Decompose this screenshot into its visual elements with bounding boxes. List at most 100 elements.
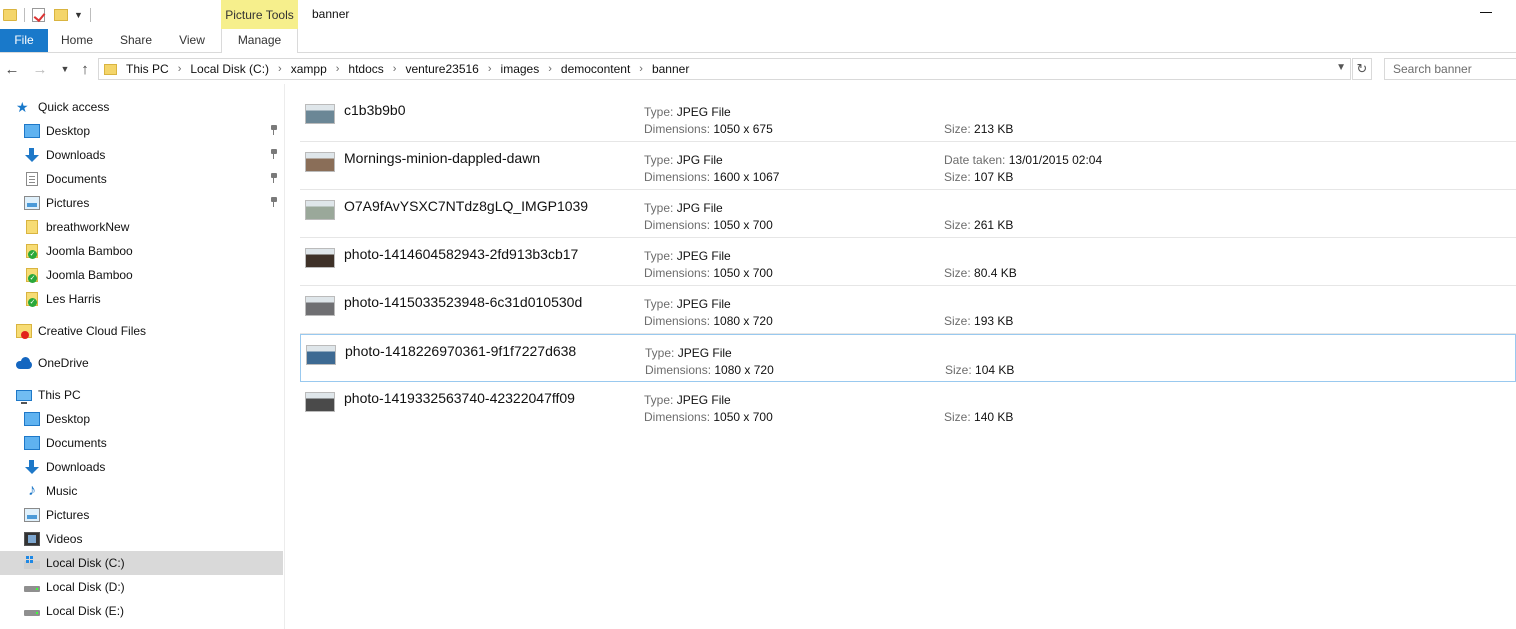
chevron-down-icon[interactable]: ▼ (1336, 62, 1346, 73)
nav-quick-les-harris[interactable]: Les Harris (24, 287, 283, 311)
file-dimensions: Dimensions: 1050 x 675 (644, 122, 773, 136)
breadcrumb-local-disk-c[interactable]: Local Disk (C:) (190, 62, 269, 76)
file-row[interactable]: photo-1415033523948-6c31d010530d Type: J… (300, 286, 1516, 334)
nav-item-label: Documents (46, 172, 107, 186)
forward-arrow-icon[interactable]: → (31, 60, 49, 78)
file-type: Type: JPG File (644, 153, 723, 167)
back-arrow-icon[interactable]: ← (3, 60, 21, 78)
nav-item-label: Joomla Bamboo (46, 244, 133, 258)
tab-view[interactable]: View (172, 29, 212, 52)
image-thumbnail (306, 345, 336, 365)
pin-icon[interactable] (270, 197, 278, 207)
breadcrumb-htdocs[interactable]: htdocs (348, 62, 383, 76)
image-thumbnail (305, 248, 335, 268)
breadcrumb-venture23516[interactable]: venture23516 (405, 62, 478, 76)
new-folder-icon[interactable] (54, 9, 68, 21)
nav-quick-pictures[interactable]: Pictures (24, 191, 283, 215)
file-name[interactable]: Mornings-minion-dappled-dawn (344, 150, 540, 166)
file-name[interactable]: photo-1415033523948-6c31d010530d (344, 294, 582, 310)
file-type: Type: JPEG File (644, 393, 731, 407)
properties-icon[interactable] (32, 8, 45, 22)
pin-icon[interactable] (270, 173, 278, 183)
nav-pc-documents[interactable]: Documents (24, 431, 283, 455)
nav-item-label: Downloads (46, 460, 106, 474)
image-thumbnail (305, 392, 335, 412)
tab-share[interactable]: Share (113, 29, 159, 52)
nav-pc-desktop[interactable]: Desktop (24, 407, 283, 431)
address-bar[interactable]: This PC › Local Disk (C:) › xampp › htdo… (98, 58, 1351, 80)
chevron-right-icon[interactable]: › (639, 63, 643, 75)
file-name[interactable]: c1b3b9b0 (344, 102, 406, 118)
pin-icon[interactable] (270, 149, 278, 159)
chevron-right-icon[interactable]: › (488, 63, 492, 75)
chevron-down-icon[interactable]: ▼ (74, 10, 83, 20)
nav-item-label: OneDrive (38, 356, 89, 370)
nav-item-label: Local Disk (C:) (46, 556, 125, 570)
nav-pc-music[interactable]: ♪ Music (24, 479, 283, 503)
file-name[interactable]: photo-1414604582943-2fd913b3cb17 (344, 246, 578, 262)
windows-drive-icon (24, 556, 40, 569)
file-row[interactable]: photo-1419332563740-42322047ff09 Type: J… (300, 382, 1516, 430)
tab-manage[interactable]: Manage (221, 29, 298, 53)
file-name[interactable]: O7A9fAvYSXC7NTdz8gLQ_IMGP1039 (344, 198, 588, 214)
refresh-icon[interactable]: ↻ (1352, 58, 1372, 80)
file-type: Type: JPEG File (644, 297, 731, 311)
videos-icon (24, 532, 40, 546)
chevron-right-icon[interactable]: › (336, 63, 340, 75)
chevron-right-icon[interactable]: › (393, 63, 397, 75)
nav-quick-breathworknew[interactable]: breathworkNew (24, 215, 283, 239)
image-thumbnail (305, 152, 335, 172)
nav-item-label: Downloads (46, 148, 106, 162)
chevron-right-icon[interactable]: › (548, 63, 552, 75)
nav-quick-downloads[interactable]: Downloads (24, 143, 283, 167)
nav-this-pc[interactable]: This PC (16, 383, 283, 407)
navigation-pane: ★ Quick access Desktop Downloads Documen… (0, 84, 285, 629)
file-dimensions: Dimensions: 1050 x 700 (644, 266, 773, 280)
nav-creative-cloud-files[interactable]: Creative Cloud Files (16, 319, 283, 343)
navigation-bar: ← → ▼ ↑ This PC › Local Disk (C:) › xamp… (0, 54, 1516, 84)
nav-item-label: Local Disk (D:) (46, 580, 125, 594)
star-icon: ★ (16, 99, 29, 115)
nav-item-label: Pictures (46, 196, 90, 210)
nav-pc-local-disk-e[interactable]: Local Disk (E:) (24, 599, 283, 623)
toolbar-separator (89, 8, 91, 22)
chevron-down-icon[interactable]: ▼ (56, 60, 74, 78)
image-thumbnail (305, 296, 335, 316)
chevron-right-icon[interactable]: › (278, 63, 282, 75)
drive-icon (24, 586, 40, 592)
search-input[interactable] (1384, 58, 1516, 80)
pin-icon[interactable] (270, 125, 278, 135)
file-row[interactable]: Mornings-minion-dappled-dawn Type: JPG F… (300, 142, 1516, 190)
tab-home[interactable]: Home (57, 29, 97, 52)
breadcrumb-banner[interactable]: banner (652, 62, 689, 76)
minimize-icon[interactable] (1480, 12, 1492, 13)
nav-quick-documents[interactable]: Documents (24, 167, 283, 191)
nav-pc-pictures[interactable]: Pictures (24, 503, 283, 527)
nav-quick-access[interactable]: ★ Quick access (16, 95, 283, 119)
nav-pc-local-disk-d[interactable]: Local Disk (D:) (24, 575, 283, 599)
breadcrumb-democontent[interactable]: democontent (561, 62, 630, 76)
nav-pc-downloads[interactable]: Downloads (24, 455, 283, 479)
file-row[interactable]: O7A9fAvYSXC7NTdz8gLQ_IMGP1039 Type: JPG … (300, 190, 1516, 238)
nav-onedrive[interactable]: OneDrive (16, 351, 283, 375)
breadcrumb-images[interactable]: images (501, 62, 540, 76)
file-row-selected[interactable]: photo-1418226970361-9f1f7227d638 Type: J… (300, 334, 1516, 382)
up-arrow-icon[interactable]: ↑ (76, 60, 94, 78)
nav-quick-joomla-bamboo[interactable]: Joomla Bamboo (24, 239, 283, 263)
nav-item-label: Creative Cloud Files (38, 324, 147, 338)
file-size: Size: 104 KB (945, 363, 1015, 377)
nav-item-label: Music (46, 484, 78, 498)
file-name[interactable]: photo-1418226970361-9f1f7227d638 (345, 343, 576, 359)
quick-access-toolbar: ▼ (0, 0, 98, 30)
nav-pc-local-disk-c[interactable]: Local Disk (C:) (0, 551, 283, 575)
breadcrumb-this-pc[interactable]: This PC (126, 62, 169, 76)
tab-file[interactable]: File (0, 29, 48, 52)
nav-quick-desktop[interactable]: Desktop (24, 119, 283, 143)
nav-quick-joomla-bamboo-2[interactable]: Joomla Bamboo (24, 263, 283, 287)
nav-pc-videos[interactable]: Videos (24, 527, 283, 551)
file-row[interactable]: photo-1414604582943-2fd913b3cb17 Type: J… (300, 238, 1516, 286)
file-name[interactable]: photo-1419332563740-42322047ff09 (344, 390, 575, 406)
file-row[interactable]: c1b3b9b0 Type: JPEG File Dimensions: 105… (300, 94, 1516, 142)
breadcrumb-xampp[interactable]: xampp (291, 62, 327, 76)
chevron-right-icon[interactable]: › (178, 63, 182, 75)
